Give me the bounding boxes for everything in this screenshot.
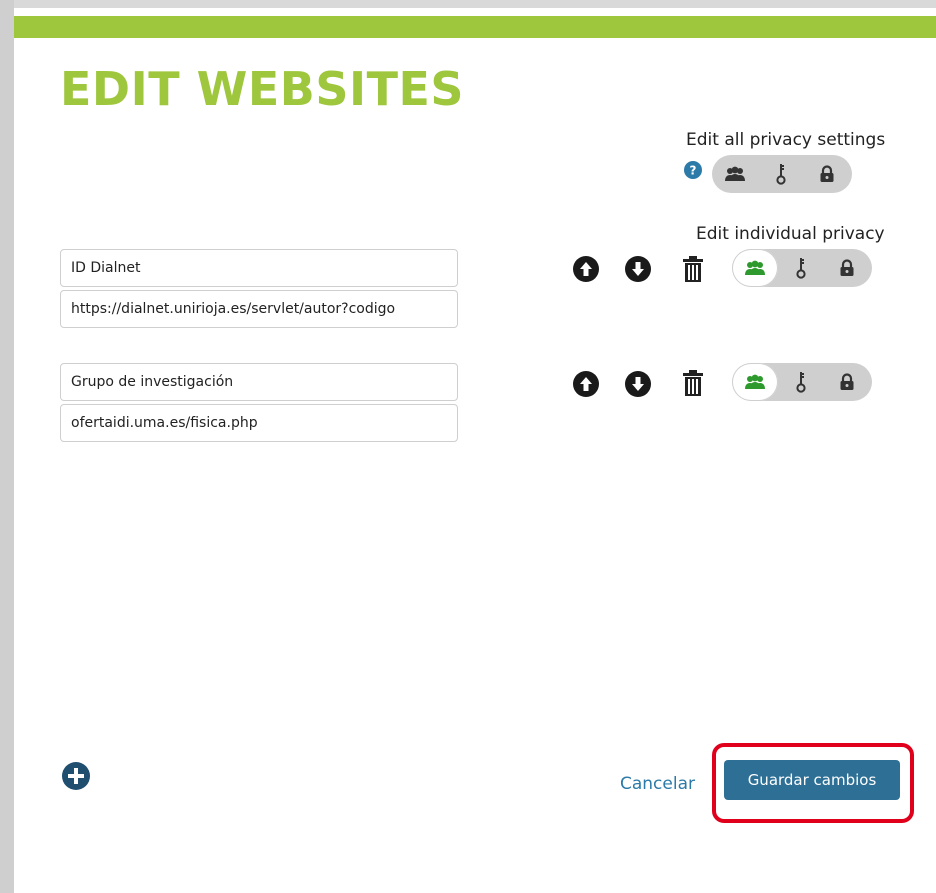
privacy-all-key-option[interactable] [758, 155, 804, 193]
move-down-button[interactable] [625, 371, 651, 397]
privacy-toggle-website [732, 363, 872, 401]
svg-text:?: ? [690, 164, 697, 178]
privacy-key-option[interactable] [778, 249, 824, 287]
edit-websites-dialog: EDIT WEBSITES Edit all privacy settings … [14, 8, 936, 893]
privacy-all-lock-option[interactable] [804, 155, 850, 193]
privacy-toggle-website [732, 249, 872, 287]
group-icon [745, 374, 765, 389]
website-name-field[interactable]: Grupo de investigación [60, 363, 458, 401]
privacy-toggle-all [712, 155, 852, 193]
website-name-field[interactable]: ID Dialnet [60, 249, 458, 287]
edit-all-privacy-label: Edit all privacy settings [686, 130, 886, 150]
privacy-lock-option[interactable] [824, 363, 870, 401]
save-changes-button[interactable]: Guardar cambios [724, 760, 900, 800]
lock-icon [820, 165, 834, 182]
privacy-all-group-option[interactable] [712, 155, 758, 193]
cancel-link[interactable]: Cancelar [620, 774, 695, 794]
privacy-group-option[interactable] [732, 363, 778, 401]
plus-circle-icon[interactable] [62, 762, 90, 790]
privacy-lock-option[interactable] [824, 249, 870, 287]
question-circle-icon[interactable]: ? [684, 161, 702, 179]
key-icon [796, 258, 806, 279]
move-down-button[interactable] [625, 256, 651, 282]
lock-icon [840, 373, 854, 390]
edit-individual-privacy-label: Edit individual privacy [696, 224, 885, 244]
privacy-group-option[interactable] [732, 249, 778, 287]
website-url-field[interactable]: https://dialnet.unirioja.es/servlet/auto… [60, 290, 458, 328]
lock-icon [840, 259, 854, 276]
background-page [0, 0, 14, 893]
move-up-button[interactable] [573, 371, 599, 397]
trash-icon[interactable] [681, 255, 705, 283]
trash-icon[interactable] [681, 369, 705, 397]
group-icon [725, 166, 745, 181]
group-icon [745, 260, 765, 275]
key-icon [776, 164, 786, 185]
privacy-key-option[interactable] [778, 363, 824, 401]
move-up-button[interactable] [573, 256, 599, 282]
key-icon [796, 372, 806, 393]
dialog-accent-bar [14, 16, 936, 38]
website-url-field[interactable]: ofertaidi.uma.es/fisica.php [60, 404, 458, 442]
dialog-title: EDIT WEBSITES [60, 62, 465, 116]
